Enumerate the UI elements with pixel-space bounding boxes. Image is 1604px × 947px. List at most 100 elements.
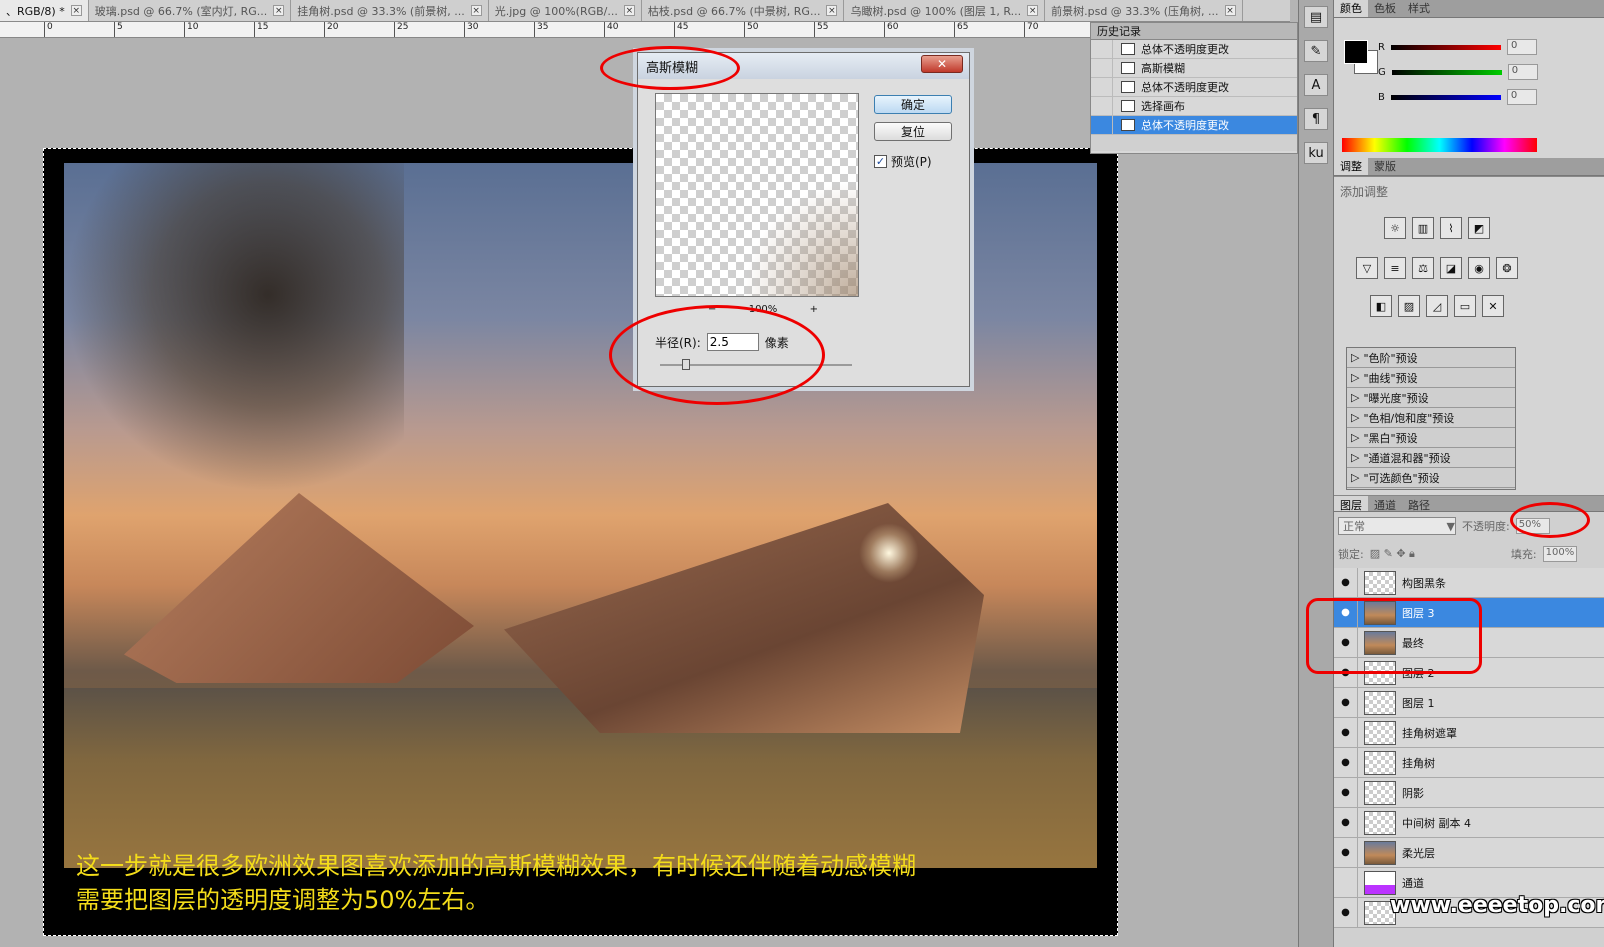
expand-arrow-icon[interactable]: ▷ bbox=[1351, 371, 1359, 384]
character-dock-icon[interactable]: A bbox=[1304, 74, 1328, 96]
invert-icon[interactable]: ◧ bbox=[1370, 295, 1392, 317]
red-value[interactable]: 0 bbox=[1506, 39, 1537, 55]
layer-row[interactable]: ● 图层 1 bbox=[1334, 687, 1604, 718]
preset-item[interactable]: ▷ "黑白"预设 bbox=[1347, 428, 1515, 448]
eye-icon[interactable]: ● bbox=[1334, 717, 1358, 748]
tab-foreground-tree[interactable]: 前景树.psd @ 33.3% (压角树, ... × bbox=[1045, 0, 1243, 21]
expand-arrow-icon[interactable]: ▷ bbox=[1351, 471, 1359, 484]
expand-arrow-icon[interactable]: ▷ bbox=[1351, 451, 1359, 464]
history-dock-icon[interactable]: ▤ bbox=[1304, 6, 1328, 28]
preset-item[interactable]: ▷ "曝光度"预设 bbox=[1347, 388, 1515, 408]
history-item[interactable]: 总体不透明度更改 bbox=[1091, 77, 1297, 97]
gradient-map-icon[interactable]: ▭ bbox=[1454, 295, 1476, 317]
expand-arrow-icon[interactable]: ▷ bbox=[1351, 391, 1359, 404]
fill-input[interactable]: 100% bbox=[1542, 546, 1577, 562]
close-icon[interactable]: × bbox=[826, 5, 838, 16]
preset-item[interactable]: ▷ "曲线"预设 bbox=[1347, 368, 1515, 388]
tab-channels[interactable]: 通道 bbox=[1368, 496, 1402, 512]
tab-branch[interactable]: 枯枝.psd @ 66.7% (中景树, RG... × bbox=[642, 0, 845, 21]
close-icon[interactable]: × bbox=[273, 5, 285, 16]
close-icon[interactable]: × bbox=[70, 5, 82, 16]
eye-icon[interactable]: ● bbox=[1334, 897, 1358, 928]
tab-glass[interactable]: 玻璃.psd @ 66.7% (室内灯, RG... × bbox=[89, 0, 292, 21]
history-item[interactable]: 总体不透明度更改 bbox=[1091, 39, 1297, 59]
close-icon[interactable]: × bbox=[1027, 5, 1039, 16]
zoom-in-button[interactable]: + bbox=[810, 304, 818, 315]
history-item[interactable]: 选择画布 bbox=[1091, 96, 1297, 116]
chevron-down-icon: ▼ bbox=[1446, 519, 1455, 533]
eye-icon[interactable]: ● bbox=[1334, 567, 1358, 598]
tab-masks[interactable]: 蒙版 bbox=[1368, 157, 1402, 175]
blend-mode-select[interactable]: 正常 ▼ bbox=[1338, 517, 1456, 535]
eye-icon[interactable]: ● bbox=[1334, 807, 1358, 838]
close-icon[interactable]: × bbox=[623, 5, 635, 16]
brush-dock-icon[interactable]: ✎ bbox=[1304, 40, 1328, 62]
reset-button[interactable]: 复位 bbox=[874, 122, 952, 141]
eye-icon[interactable]: ● bbox=[1334, 837, 1358, 868]
tab-layers[interactable]: 图层 bbox=[1334, 496, 1368, 512]
red-slider[interactable] bbox=[1390, 44, 1501, 50]
preset-item[interactable]: ▷ "可选颜色"预设 bbox=[1347, 468, 1515, 488]
expand-arrow-icon[interactable]: ▷ bbox=[1351, 431, 1359, 444]
layer-row[interactable]: ● 挂角树 bbox=[1334, 747, 1604, 778]
posterize-icon[interactable]: ▨ bbox=[1398, 295, 1420, 317]
layer-row[interactable]: ● 柔光层 bbox=[1334, 837, 1604, 868]
green-value[interactable]: 0 bbox=[1507, 64, 1538, 80]
tab-adjustments[interactable]: 调整 bbox=[1334, 157, 1368, 175]
eye-icon-hidden[interactable] bbox=[1334, 867, 1358, 898]
history-item[interactable]: 高斯模糊 bbox=[1091, 58, 1297, 78]
levels-icon[interactable]: ▥ bbox=[1412, 217, 1434, 239]
eye-icon[interactable]: ● bbox=[1334, 777, 1358, 808]
photo-filter-icon[interactable]: ◉ bbox=[1468, 257, 1490, 279]
black-white-icon[interactable]: ◪ bbox=[1440, 257, 1462, 279]
color-spectrum[interactable] bbox=[1342, 138, 1537, 152]
preview-checkbox[interactable]: ✓ 预览(P) bbox=[874, 153, 932, 170]
tab-styles[interactable]: 样式 bbox=[1402, 0, 1436, 17]
close-icon[interactable]: × bbox=[470, 5, 482, 16]
lock-icons[interactable]: ▨ ✎ ✥ 🔒︎ bbox=[1370, 547, 1415, 561]
tab-light[interactable]: 光.jpg @ 100%(RGB/... × bbox=[489, 0, 642, 21]
vibrance-icon[interactable]: ▽ bbox=[1356, 257, 1378, 279]
history-state-icon bbox=[1121, 100, 1135, 112]
blue-value[interactable]: 0 bbox=[1506, 89, 1537, 105]
history-tab[interactable]: 历史记录 bbox=[1091, 23, 1297, 40]
ok-button[interactable]: 确定 bbox=[874, 95, 952, 114]
tab-swatches[interactable]: 色板 bbox=[1368, 0, 1402, 17]
expand-arrow-icon[interactable]: ▷ bbox=[1351, 411, 1359, 424]
tab-aerial-tree[interactable]: 乌瞰树.psd @ 100% (图层 1, R... × bbox=[844, 0, 1046, 21]
preset-item[interactable]: ▷ "色阶"预设 bbox=[1347, 348, 1515, 368]
expand-arrow-icon[interactable]: ▷ bbox=[1351, 351, 1359, 364]
ruler-tick: 0 bbox=[44, 22, 53, 37]
tab-current[interactable]: 、RGB/8) * × bbox=[0, 0, 89, 21]
checkbox-icon[interactable]: ✓ bbox=[874, 155, 887, 168]
close-icon[interactable]: × bbox=[1224, 5, 1236, 16]
hue-saturation-icon[interactable]: ≡ bbox=[1384, 257, 1406, 279]
eye-icon[interactable]: ● bbox=[1334, 687, 1358, 718]
kuler-dock-icon[interactable]: ku bbox=[1304, 142, 1328, 164]
green-slider[interactable] bbox=[1391, 69, 1502, 75]
color-balance-icon[interactable]: ⚖ bbox=[1412, 257, 1434, 279]
foreground-color-swatch[interactable] bbox=[1344, 40, 1368, 64]
tab-corner-tree[interactable]: 挂角树.psd @ 33.3% (前景树, ... × bbox=[291, 0, 489, 21]
close-button[interactable]: ✕ bbox=[921, 55, 963, 73]
brightness-icon[interactable]: ☼ bbox=[1384, 217, 1406, 239]
blur-preview[interactable] bbox=[655, 93, 859, 297]
right-panels: 颜色 色板 样式 R0 G0 B0 调整 蒙版 添加调整 ☼ ▥ ⌇ ◩ ▽ ≡ ⚖ ◪ ◉ ❂… bbox=[1334, 0, 1604, 947]
preset-item[interactable]: ▷ "色相/饱和度"预设 bbox=[1347, 408, 1515, 428]
tab-color[interactable]: 颜色 bbox=[1334, 0, 1368, 17]
layer-row[interactable]: ● 阴影 bbox=[1334, 777, 1604, 808]
blue-slider[interactable] bbox=[1390, 94, 1501, 100]
preset-item[interactable]: ▷ "通道混和器"预设 bbox=[1347, 448, 1515, 468]
channel-mixer-icon[interactable]: ❂ bbox=[1496, 257, 1518, 279]
layer-row[interactable]: ● 中间树 副本 4 bbox=[1334, 807, 1604, 838]
threshold-icon[interactable]: ◿ bbox=[1426, 295, 1448, 317]
paragraph-dock-icon[interactable]: ¶ bbox=[1304, 108, 1328, 130]
history-item-selected[interactable]: 总体不透明度更改 bbox=[1091, 115, 1297, 135]
curves-icon[interactable]: ⌇ bbox=[1440, 217, 1462, 239]
exposure-icon[interactable]: ◩ bbox=[1468, 217, 1490, 239]
tab-paths[interactable]: 路径 bbox=[1402, 496, 1436, 512]
layer-row[interactable]: ● 挂角树遮罩 bbox=[1334, 717, 1604, 748]
selective-color-icon[interactable]: ✕ bbox=[1482, 295, 1504, 317]
eye-icon[interactable]: ● bbox=[1334, 747, 1358, 778]
layer-row[interactable]: ● 构图黑条 bbox=[1334, 567, 1604, 598]
